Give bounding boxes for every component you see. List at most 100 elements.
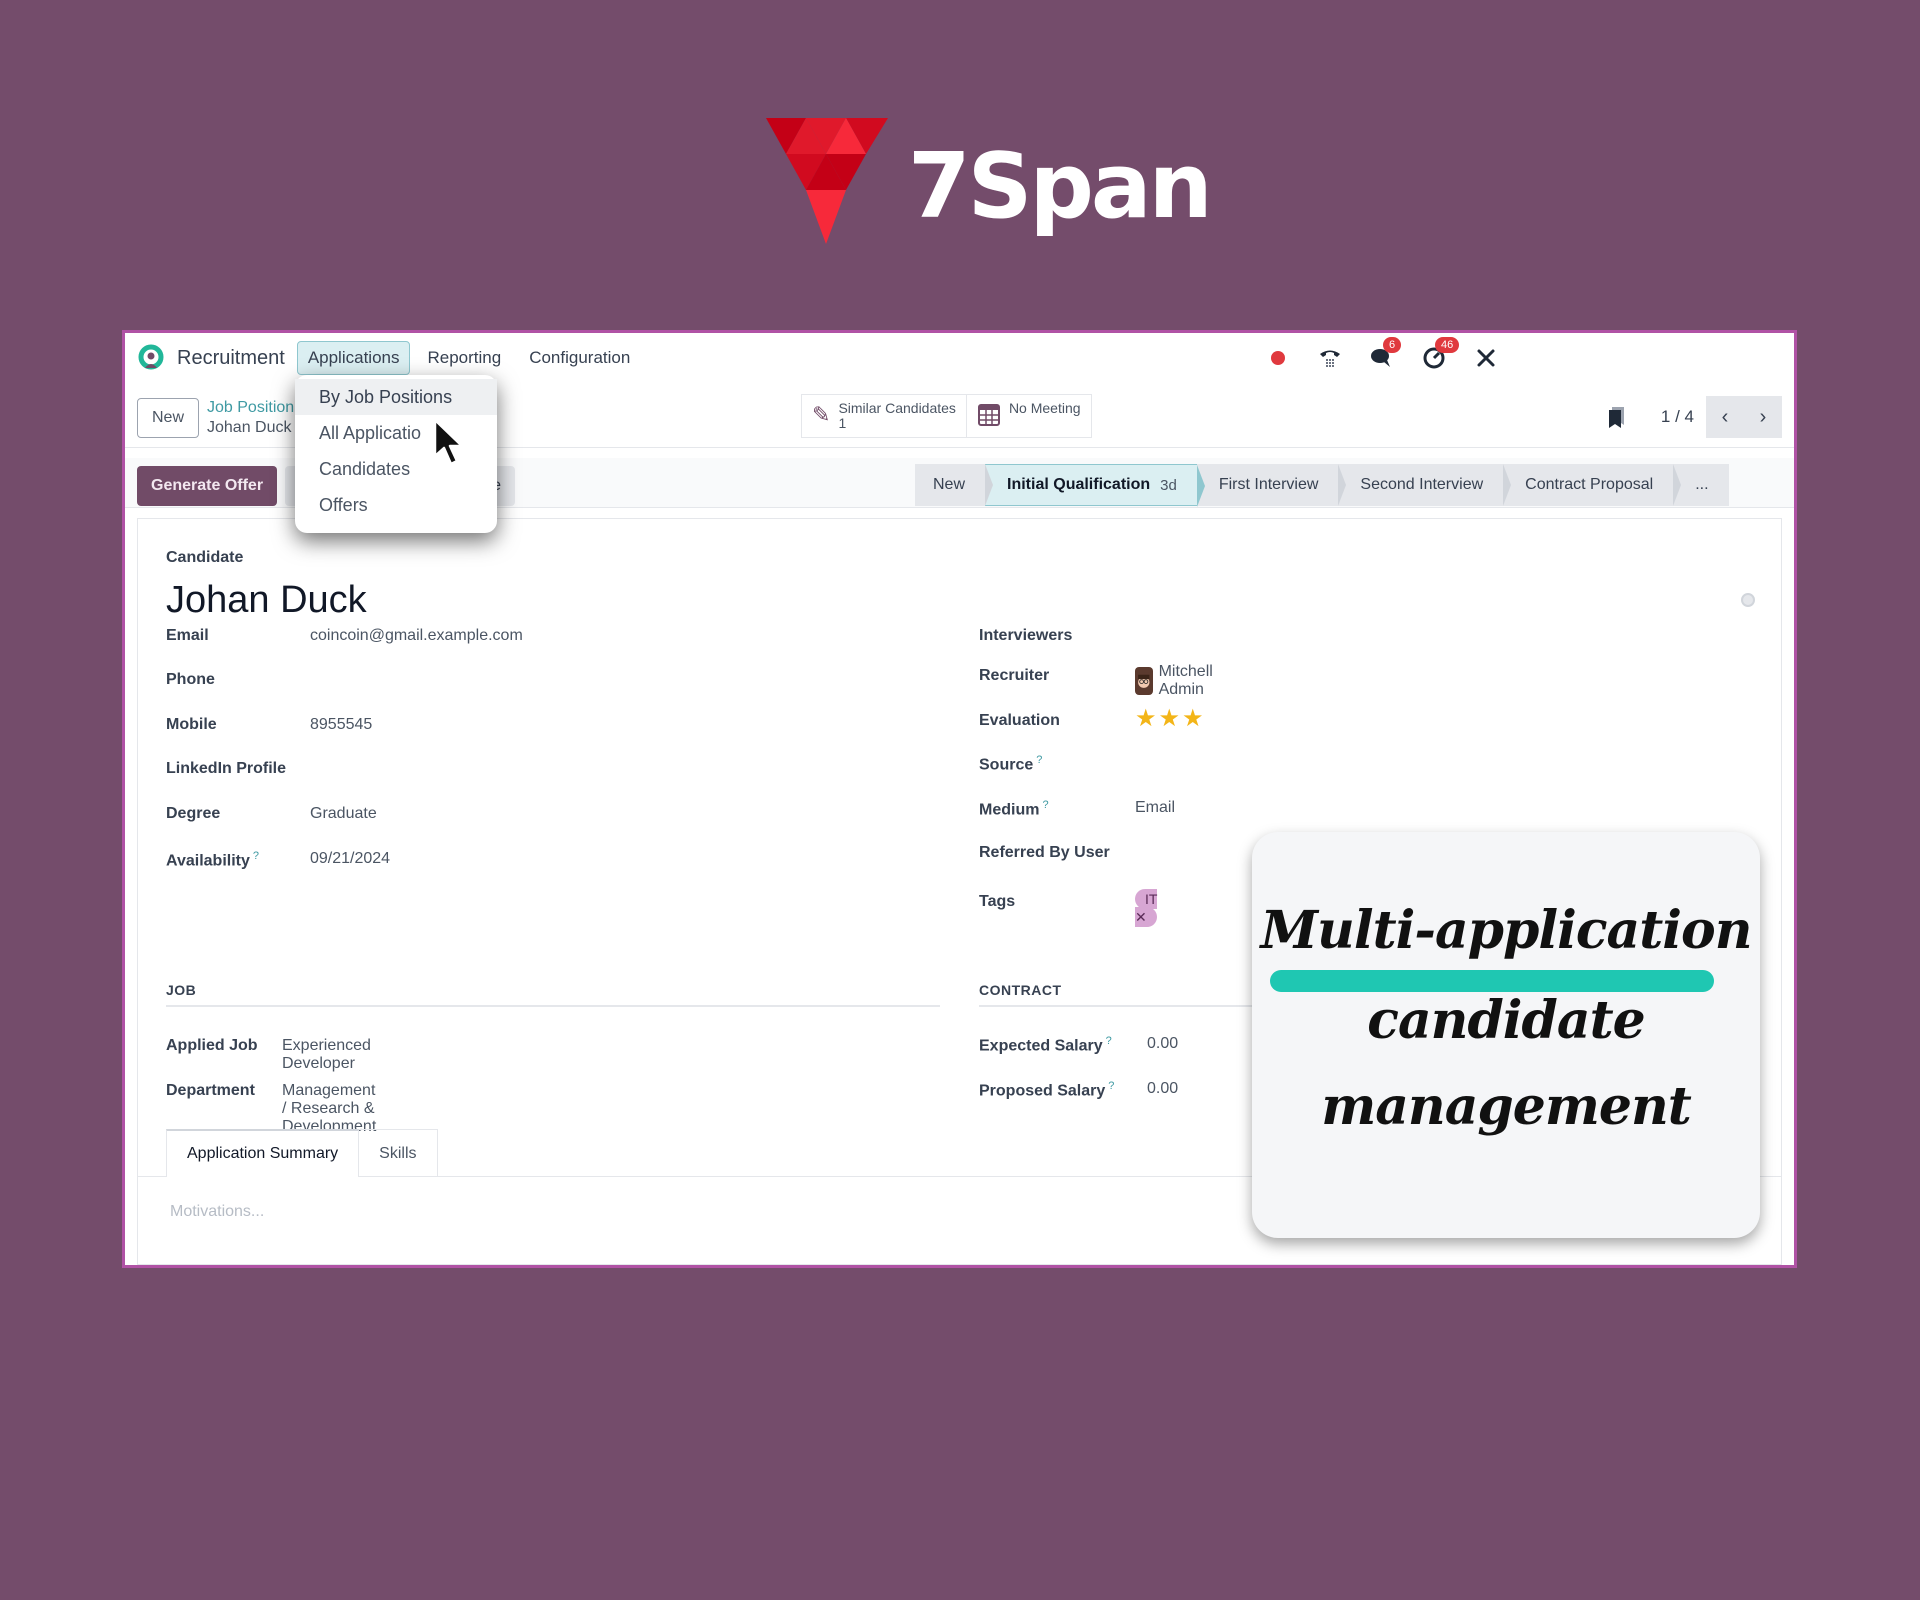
- tab-application-summary[interactable]: Application Summary: [166, 1129, 360, 1177]
- mouse-cursor-icon: [433, 418, 464, 466]
- field-degree: Degree Graduate: [166, 805, 377, 822]
- job-section-divider: [166, 1005, 940, 1007]
- brand-name: 7Span: [908, 134, 1213, 239]
- callout-line-2: candidate: [1367, 990, 1645, 1051]
- breadcrumb: Job Position Johan Duck: [207, 398, 294, 438]
- 7span-logo-icon: [766, 118, 888, 244]
- tag-it[interactable]: IT ✕: [1135, 889, 1158, 927]
- activity-badge: 46: [1435, 337, 1460, 353]
- help-icon[interactable]: ?: [1042, 799, 1048, 811]
- menu-item-offers[interactable]: Offers: [295, 487, 497, 523]
- chat-badge: 6: [1383, 337, 1402, 353]
- email-value[interactable]: coincoin@gmail.example.com: [310, 627, 523, 645]
- help-icon[interactable]: ?: [1036, 754, 1042, 766]
- field-medium: Medium? Email: [979, 799, 1176, 819]
- motivations-input[interactable]: Motivations...: [170, 1203, 264, 1221]
- similar-candidates-label: Similar Candidates: [838, 400, 956, 416]
- brand-logo: 7Span: [766, 118, 1213, 248]
- chevron-left-icon: ‹: [1721, 405, 1729, 428]
- field-email: Email coincoin@gmail.example.com: [166, 627, 523, 644]
- remove-tag-icon[interactable]: ✕: [1135, 909, 1147, 925]
- stage-first-interview[interactable]: First Interview: [1197, 464, 1346, 506]
- stage-duration: 3d: [1160, 476, 1177, 494]
- tags-value[interactable]: IT ✕: [1135, 889, 1158, 927]
- app-name[interactable]: Recruitment: [177, 347, 285, 370]
- proposed-salary-value[interactable]: 0.00: [1147, 1080, 1178, 1098]
- applications-dropdown: By Job Positions All Applicatio Candidat…: [295, 375, 497, 533]
- field-department: Department Management / Research & Devel…: [166, 1082, 377, 1135]
- tools-icon[interactable]: [1473, 345, 1499, 371]
- medium-value[interactable]: Email: [1135, 799, 1175, 817]
- field-tags: Tags IT ✕: [979, 889, 1158, 927]
- meeting-label: No Meeting: [1008, 400, 1081, 416]
- stage-initial-qualification[interactable]: Initial Qualification 3d: [985, 464, 1205, 507]
- stage-more-button[interactable]: ...: [1673, 464, 1728, 506]
- pencil-icon: ✎: [812, 402, 831, 427]
- notebook-tabs: Application Summary Skills: [166, 1129, 438, 1177]
- field-recruiter: Recruiter Mitchell Admin: [979, 663, 1213, 698]
- new-button[interactable]: New: [137, 398, 199, 438]
- chevron-right-icon: ›: [1759, 405, 1767, 428]
- similar-candidates-button[interactable]: ✎ Similar Candidates 1: [801, 394, 967, 438]
- availability-value[interactable]: 09/21/2024: [310, 850, 390, 868]
- help-icon[interactable]: ?: [1106, 1035, 1112, 1047]
- phone-icon[interactable]: [1317, 345, 1343, 371]
- menu-reporting[interactable]: Reporting: [416, 341, 512, 375]
- field-referred-by: Referred By User: [979, 844, 1110, 861]
- field-evaluation: Evaluation ★★★: [979, 705, 1206, 732]
- field-linkedin: LinkedIn Profile: [166, 760, 287, 777]
- degree-value[interactable]: Graduate: [310, 805, 377, 823]
- candidate-label: Candidate: [166, 549, 244, 566]
- pager: 1 / 4 ‹ ›: [1607, 395, 1782, 439]
- systray: 6 46: [1265, 337, 1499, 375]
- menu-item-candidates[interactable]: Candidates: [295, 451, 497, 487]
- stage-new[interactable]: New: [915, 464, 994, 506]
- pager-previous-button[interactable]: ‹: [1706, 396, 1744, 438]
- highlight-stroke: [1270, 970, 1714, 992]
- activity-clock-icon[interactable]: 46: [1421, 337, 1460, 371]
- avatar: [1135, 667, 1153, 695]
- recording-dot-icon[interactable]: [1265, 345, 1291, 371]
- expected-salary-value[interactable]: 0.00: [1147, 1035, 1178, 1053]
- chat-icon[interactable]: 6: [1369, 337, 1402, 371]
- department-value[interactable]: Management / Research & Development: [282, 1082, 376, 1136]
- help-icon[interactable]: ?: [253, 850, 259, 862]
- pager-value[interactable]: 1 / 4: [1661, 407, 1694, 427]
- job-section-title: JOB: [166, 982, 197, 998]
- stage-statusbar: New Initial Qualification 3d First Inter…: [915, 464, 1729, 507]
- field-source: Source?: [979, 754, 1043, 774]
- field-proposed-salary: Proposed Salary? 0.00: [979, 1080, 1179, 1100]
- field-interviewers: Interviewers: [979, 627, 1073, 644]
- meeting-button[interactable]: No Meeting: [966, 394, 1092, 438]
- bookmark-icon[interactable]: [1607, 405, 1627, 429]
- callout-line-1: Multi-application: [1260, 900, 1752, 961]
- applied-job-value[interactable]: Experienced Developer: [282, 1037, 371, 1073]
- breadcrumb-current: Johan Duck: [207, 419, 292, 436]
- field-expected-salary: Expected Salary? 0.00: [979, 1035, 1179, 1055]
- pager-next-button[interactable]: ›: [1744, 396, 1782, 438]
- field-applied-job: Applied Job Experienced Developer: [166, 1037, 371, 1072]
- field-availability: Availability? 09/21/2024: [166, 850, 391, 870]
- field-phone: Phone: [166, 671, 215, 688]
- contract-section-title: CONTRACT: [979, 982, 1062, 998]
- evaluation-stars[interactable]: ★★★: [1135, 704, 1206, 733]
- mobile-value[interactable]: 8955545: [310, 716, 372, 734]
- similar-candidates-count: 1: [838, 415, 847, 431]
- field-mobile: Mobile 8955545: [166, 716, 373, 733]
- recruitment-icon[interactable]: [137, 344, 165, 372]
- help-icon[interactable]: ?: [1108, 1080, 1114, 1092]
- menu-item-by-job-positions[interactable]: By Job Positions: [295, 379, 497, 415]
- stage-contract-proposal[interactable]: Contract Proposal: [1503, 464, 1682, 506]
- stage-second-interview[interactable]: Second Interview: [1338, 464, 1511, 506]
- recruiter-value[interactable]: Mitchell Admin: [1135, 663, 1223, 699]
- menu-item-all-applications[interactable]: All Applicatio: [295, 415, 497, 451]
- breadcrumb-job-position[interactable]: Job Position: [207, 398, 294, 418]
- menu-configuration[interactable]: Configuration: [518, 341, 641, 375]
- tab-skills[interactable]: Skills: [359, 1129, 438, 1177]
- kanban-state-icon[interactable]: [1741, 593, 1755, 607]
- feature-callout-card: Multi-application candidate management: [1252, 832, 1760, 1238]
- candidate-name[interactable]: Johan Duck: [166, 579, 367, 622]
- menu-applications[interactable]: Applications: [296, 341, 411, 375]
- generate-offer-button[interactable]: Generate Offer: [137, 466, 278, 506]
- smart-buttons: ✎ Similar Candidates 1 No Meeting: [801, 394, 1092, 438]
